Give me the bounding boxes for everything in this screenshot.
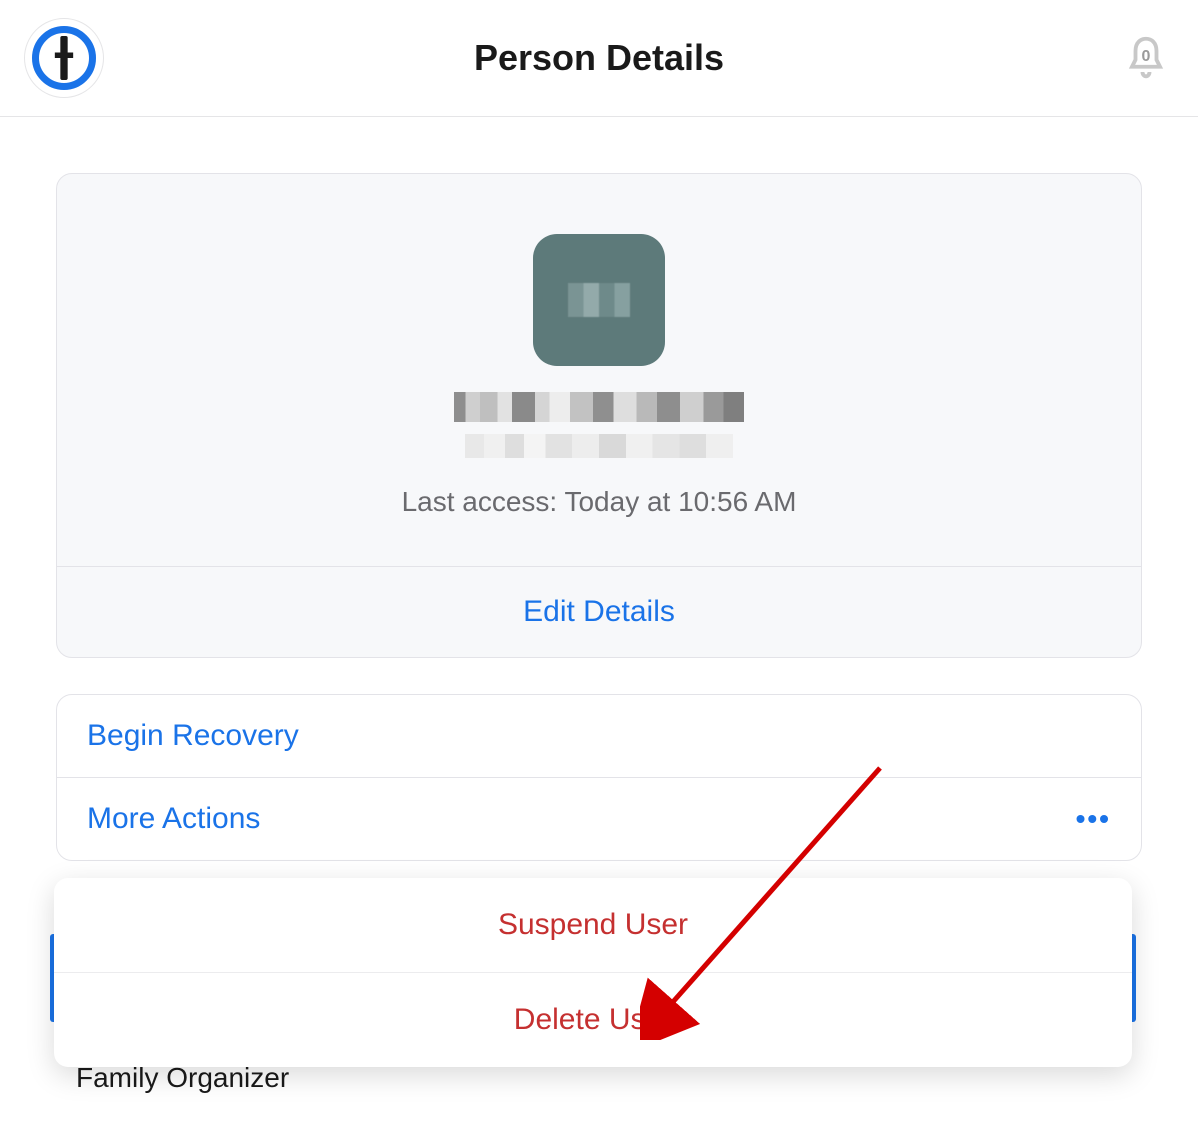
- more-actions-dropdown: Suspend User Delete User: [54, 878, 1132, 1067]
- suspend-user-button[interactable]: Suspend User: [54, 878, 1132, 973]
- notif-badge: 0: [1142, 48, 1151, 66]
- more-actions-button[interactable]: More Actions •••: [57, 778, 1141, 860]
- person-email-redacted: [465, 434, 733, 458]
- avatar-pixelated: [568, 283, 630, 317]
- profile-card: Last access: Today at 10:56 AM Edit Deta…: [56, 173, 1142, 658]
- begin-recovery-label: Begin Recovery: [87, 719, 299, 753]
- last-access-text: Last access: Today at 10:56 AM: [402, 486, 797, 518]
- more-icon: •••: [1076, 803, 1111, 835]
- notifications-button[interactable]: 0: [1122, 30, 1170, 86]
- header: Person Details 0: [0, 0, 1198, 117]
- edit-details-button[interactable]: Edit Details: [523, 595, 675, 628]
- begin-recovery-button[interactable]: Begin Recovery: [57, 695, 1141, 778]
- main-content: Last access: Today at 10:56 AM Edit Deta…: [0, 117, 1198, 917]
- actions-list: Begin Recovery More Actions •••: [56, 694, 1142, 861]
- onepassword-icon: [32, 26, 96, 90]
- app-logo[interactable]: [24, 18, 104, 98]
- more-actions-label: More Actions: [87, 802, 260, 836]
- avatar: [533, 234, 665, 366]
- page-title: Person Details: [474, 37, 724, 79]
- delete-user-button[interactable]: Delete User: [54, 973, 1132, 1067]
- person-name-redacted: [454, 392, 744, 422]
